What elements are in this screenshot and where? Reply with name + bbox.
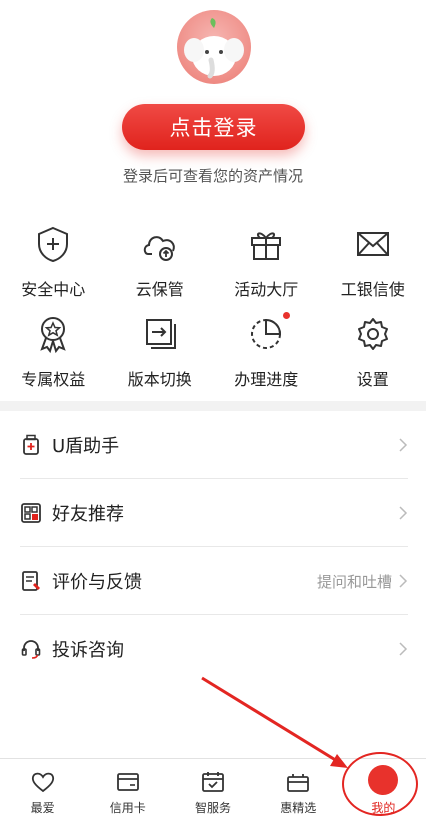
tab-favorites[interactable]: 最爱 bbox=[0, 759, 85, 820]
grid-item-settings[interactable]: 设置 bbox=[320, 312, 426, 402]
avatar[interactable] bbox=[177, 10, 251, 84]
progress-icon bbox=[251, 318, 282, 349]
tab-selected-deals[interactable]: 惠精选 bbox=[256, 759, 341, 820]
grid-item-label: 安全中心 bbox=[21, 280, 86, 299]
tab-label: 我的 bbox=[371, 801, 396, 815]
feedback-icon bbox=[22, 571, 40, 591]
function-grid: 安全中心 云保管 活动大厅 工银信使 专属权益 版本切换 办理进度 设置 bbox=[0, 222, 426, 402]
cloud-upload-icon bbox=[143, 236, 175, 261]
medal-icon bbox=[40, 317, 66, 354]
menu-item-complaint[interactable]: 投诉咨询 bbox=[0, 615, 426, 683]
grid-item-version[interactable]: 版本切换 bbox=[107, 312, 214, 402]
chevron-right-icon bbox=[399, 574, 408, 588]
login-hint: 登录后可查看您的资产情况 bbox=[122, 167, 303, 185]
recommend-icon bbox=[21, 503, 41, 523]
menu-item-label: 投诉咨询 bbox=[52, 640, 124, 661]
grid-row: 专属权益 版本切换 办理进度 设置 bbox=[0, 312, 426, 402]
tab-smart-service[interactable]: 智服务 bbox=[170, 759, 255, 820]
me-icon bbox=[368, 765, 399, 795]
credit-card-icon bbox=[116, 773, 139, 791]
bag-icon bbox=[287, 774, 310, 792]
grid-item-label: 办理进度 bbox=[234, 370, 299, 389]
notification-dot bbox=[283, 312, 290, 319]
chevron-right-icon bbox=[399, 506, 408, 520]
grid-item-messenger[interactable]: 工银信使 bbox=[320, 222, 426, 312]
chevron-right-icon bbox=[399, 438, 408, 452]
heart-icon bbox=[31, 772, 54, 793]
menu-item-hint: 提问和吐槽 bbox=[316, 572, 392, 591]
grid-row: 安全中心 云保管 活动大厅 工银信使 bbox=[0, 222, 426, 312]
elephant-avatar-icon bbox=[184, 18, 244, 79]
grid-item-cloud[interactable]: 云保管 bbox=[107, 222, 214, 312]
menu-list: U盾助手 好友推荐 评价与反馈 提问和吐槽 投诉咨询 bbox=[0, 411, 426, 683]
grid-item-progress[interactable]: 办理进度 bbox=[213, 312, 320, 402]
grid-item-label: 工银信使 bbox=[340, 280, 405, 299]
menu-item-label: 评价与反馈 bbox=[52, 572, 142, 593]
grid-item-label: 专属权益 bbox=[21, 370, 86, 389]
tab-credit-card[interactable]: 信用卡 bbox=[85, 759, 170, 820]
grid-item-events[interactable]: 活动大厅 bbox=[213, 222, 320, 312]
grid-item-label: 云保管 bbox=[135, 280, 184, 299]
grid-item-label: 设置 bbox=[356, 370, 389, 389]
shield-plus-icon bbox=[38, 226, 69, 263]
chevron-right-icon bbox=[399, 642, 408, 656]
grid-item-label: 版本切换 bbox=[127, 370, 192, 389]
menu-item-feedback[interactable]: 评价与反馈 提问和吐槽 bbox=[0, 547, 426, 615]
menu-item-ukey[interactable]: U盾助手 bbox=[0, 411, 426, 479]
menu-item-label: U盾助手 bbox=[52, 436, 120, 457]
calendar-check-icon bbox=[202, 772, 224, 792]
grid-item-security[interactable]: 安全中心 bbox=[0, 222, 107, 312]
menu-item-recommend[interactable]: 好友推荐 bbox=[0, 479, 426, 547]
login-button[interactable]: 点击登录 bbox=[122, 104, 305, 150]
tab-label: 惠精选 bbox=[280, 801, 317, 815]
grid-item-benefits[interactable]: 专属权益 bbox=[0, 312, 107, 402]
usb-key-icon bbox=[23, 434, 39, 455]
tab-label: 最爱 bbox=[30, 801, 55, 815]
gear-icon bbox=[357, 318, 388, 350]
grid-item-label: 活动大厅 bbox=[234, 280, 299, 299]
tab-label: 信用卡 bbox=[109, 801, 146, 815]
switch-icon bbox=[145, 319, 176, 349]
bottom-tab-bar: 最爱 信用卡 智服务 惠精选 我的 bbox=[0, 758, 426, 820]
menu-item-label: 好友推荐 bbox=[52, 504, 124, 525]
section-divider bbox=[0, 401, 426, 411]
headset-icon bbox=[21, 640, 41, 659]
tab-me[interactable]: 我的 bbox=[341, 759, 426, 820]
gift-icon bbox=[251, 232, 282, 260]
tab-label: 智服务 bbox=[195, 801, 232, 815]
envelope-icon bbox=[356, 232, 389, 256]
